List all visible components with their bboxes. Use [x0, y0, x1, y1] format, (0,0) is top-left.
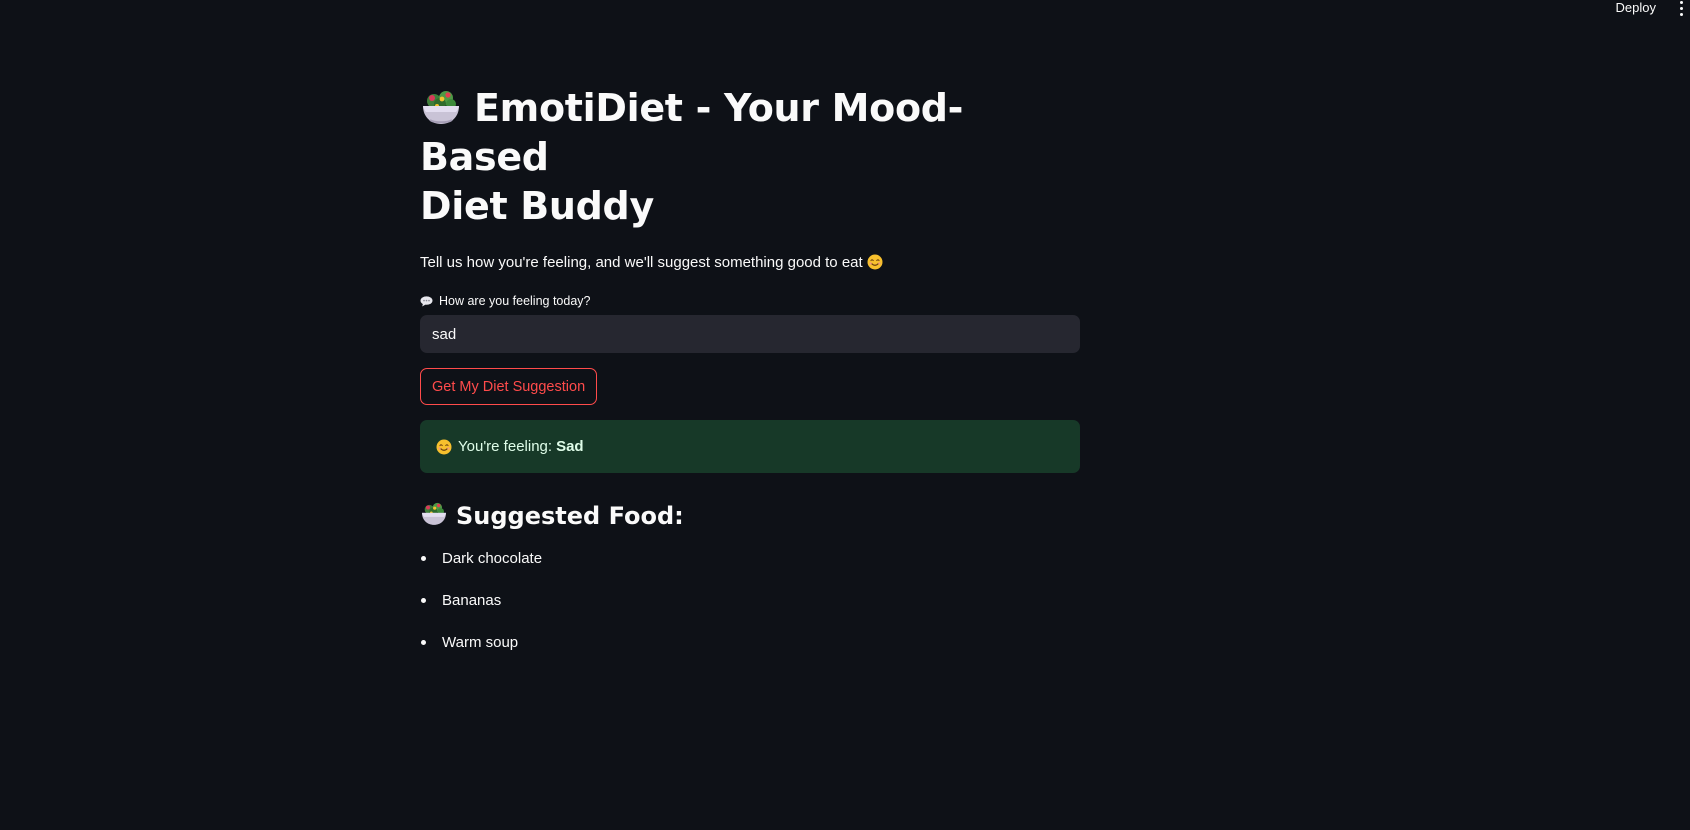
- smiling-face-icon: [436, 439, 452, 454]
- page-subtitle: Tell us how you're feeling, and we'll su…: [420, 253, 1080, 273]
- mood-result-value: Sad: [556, 438, 584, 455]
- mood-input-label: How are you feeling today?: [420, 293, 1080, 309]
- speech-balloon-icon: [420, 295, 433, 306]
- mood-result-prefix: You're feeling:: [458, 438, 553, 455]
- smiling-face-icon: [867, 254, 883, 270]
- deploy-button[interactable]: Deploy: [1616, 0, 1656, 15]
- mood-input[interactable]: [420, 315, 1080, 353]
- suggested-food-heading: Suggested Food:: [420, 501, 1080, 531]
- list-item: Dark chocolate: [420, 549, 1080, 569]
- green-salad-bowl-icon: [423, 90, 459, 124]
- page-title: EmotiDiet - Your Mood-Based Diet Buddy: [420, 86, 964, 228]
- green-salad-bowl-icon: [422, 502, 446, 525]
- vertical-ellipsis-icon[interactable]: [1674, 0, 1688, 17]
- main-content: EmotiDiet - Your Mood-Based Diet Buddy Te…: [420, 84, 1080, 675]
- get-diet-suggestion-button[interactable]: Get My Diet Suggestion: [420, 368, 598, 405]
- top-toolbar: Deploy: [0, 0, 1690, 20]
- mood-input-label-text: How are you feeling today?: [439, 294, 591, 308]
- food-suggestion-list: Dark chocolate Bananas Warm soup: [420, 549, 1080, 653]
- list-item: Bananas: [420, 591, 1080, 611]
- list-item: Warm soup: [420, 633, 1080, 653]
- mood-result-alert: You're feeling: Sad: [420, 420, 1080, 473]
